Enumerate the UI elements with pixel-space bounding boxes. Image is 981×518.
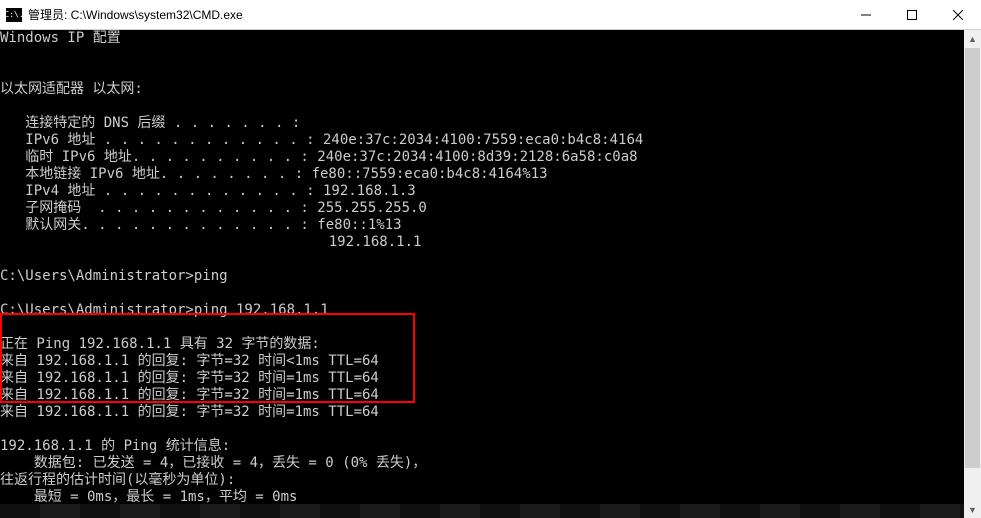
scroll-thumb[interactable] — [965, 48, 980, 468]
scroll-down-arrow-icon[interactable]: ▼ — [964, 501, 981, 518]
ping-reply: 来自 192.168.1.1 的回复: 字节=32 时间=1ms TTL=64 — [0, 370, 379, 386]
ping-stats: 数据包: 已发送 = 4，已接收 = 4，丢失 = 0 (0% 丢失)， — [0, 455, 426, 471]
out-line: 以太网适配器 以太网: — [0, 81, 143, 97]
out-line: IPv6 地址 . . . . . . . . . . . . : 240e:3… — [0, 132, 643, 148]
terminal-viewport: Windows IP 配置 以太网适配器 以太网: 连接特定的 DNS 后缀 .… — [0, 30, 981, 518]
ping-stats: 最短 = 0ms，最长 = 1ms，平均 = 0ms — [0, 489, 297, 505]
close-button[interactable] — [935, 0, 981, 29]
out-line: C:\Users\Administrator>ping 192.168.1.1 — [0, 302, 329, 318]
maximize-button[interactable] — [889, 0, 935, 29]
ping-reply: 来自 192.168.1.1 的回复: 字节=32 时间=1ms TTL=64 — [0, 404, 379, 420]
scroll-up-arrow-icon[interactable]: ▲ — [964, 30, 981, 47]
out-line: 默认网关. . . . . . . . . . . . . : fe80::1%… — [0, 217, 402, 233]
cmd-icon: C:\. — [6, 8, 22, 22]
terminal-output[interactable]: Windows IP 配置 以太网适配器 以太网: 连接特定的 DNS 后缀 .… — [0, 30, 964, 518]
out-line: Windows IP 配置 — [0, 30, 121, 46]
window-title: 管理员: C:\Windows\system32\CMD.exe — [28, 6, 843, 23]
taskbar-sliver — [0, 504, 964, 518]
out-line: 临时 IPv6 地址. . . . . . . . . . : 240e:37c… — [0, 149, 638, 165]
cmd-window: C:\. 管理员: C:\Windows\system32\CMD.exe Wi… — [0, 0, 981, 518]
window-controls — [843, 0, 981, 29]
out-line: 192.168.1.1 — [0, 234, 421, 250]
ping-stats: 192.168.1.1 的 Ping 统计信息: — [0, 438, 230, 454]
vertical-scrollbar[interactable]: ▲ ▼ — [964, 30, 981, 518]
ping-reply: 来自 192.168.1.1 的回复: 字节=32 时间<1ms TTL=64 — [0, 353, 379, 369]
ping-reply: 来自 192.168.1.1 的回复: 字节=32 时间=1ms TTL=64 — [0, 387, 379, 403]
out-line: 子网掩码 . . . . . . . . . . . . : 255.255.2… — [0, 200, 427, 216]
titlebar[interactable]: C:\. 管理员: C:\Windows\system32\CMD.exe — [0, 0, 981, 30]
out-line: 本地链接 IPv6 地址. . . . . . . . : fe80::7559… — [0, 166, 548, 182]
ping-stats: 往返行程的估计时间(以毫秒为单位): — [0, 472, 235, 488]
out-line: 连接特定的 DNS 后缀 . . . . . . . : — [0, 115, 300, 131]
minimize-button[interactable] — [843, 0, 889, 29]
out-line: IPv4 地址 . . . . . . . . . . . . : 192.16… — [0, 183, 416, 199]
out-line: C:\Users\Administrator>ping — [0, 268, 228, 284]
ping-header: 正在 Ping 192.168.1.1 具有 32 字节的数据: — [0, 336, 320, 352]
